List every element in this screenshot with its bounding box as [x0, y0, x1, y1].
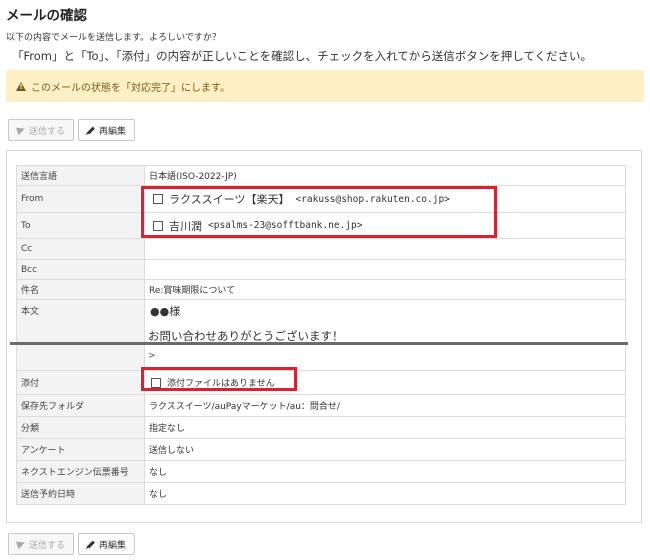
instruction-text: 「From」と「To」、「添付」の内容が正しいことを確認し、チェックを入れてから… [12, 49, 593, 63]
row-ne-slip: ネクストエンジン伝票番号 なし [16, 460, 626, 483]
body-line-1: ●●様 [150, 305, 181, 318]
row-schedule: 送信予約日時 なし [16, 482, 626, 505]
subject-value: Re:賞味期限について [144, 279, 626, 300]
highlight-attachment [141, 367, 297, 391]
edit-button-label: 再編集 [99, 126, 127, 137]
charset-label: 送信言語 [16, 165, 145, 186]
schedule-label: 送信予約日時 [16, 482, 145, 505]
row-attachment: 添付 添付ファイルはありません [16, 370, 626, 395]
body-line-3: > [148, 351, 156, 361]
top-button-bar: 送信する 再編集 [8, 119, 136, 141]
divider-line [10, 342, 628, 345]
schedule-value: なし [144, 482, 626, 505]
bottom-button-bar: 送信する 再編集 [8, 533, 136, 555]
row-survey: アンケート 送信しない [16, 438, 626, 461]
warning-text: このメールの状態を「対応完了」にします。 [31, 82, 230, 94]
row-category: 分類 指定なし [16, 416, 626, 439]
highlight-from-to [141, 186, 497, 238]
to-label: To [16, 212, 145, 239]
cc-label: Cc [16, 238, 145, 260]
pencil-icon [87, 540, 95, 548]
warning-banner: このメールの状態を「対応完了」にします。 [6, 70, 644, 102]
warning-icon [16, 81, 26, 91]
intro-text: 以下の内容でメールを送信します。よろしいですか？ [6, 33, 221, 43]
pencil-icon [87, 126, 95, 134]
row-subject: 件名 Re:賞味期限について [16, 279, 626, 300]
survey-value: 送信しない [144, 438, 626, 461]
row-bcc: Bcc [16, 259, 626, 280]
attachment-label: 添付 [16, 370, 145, 395]
folder-value: ラクススイーツ/auPayマーケット/au：問合せ/ [144, 394, 626, 417]
bcc-value [144, 259, 626, 280]
row-cc: Cc [16, 238, 626, 260]
survey-label: アンケート [16, 438, 145, 461]
send-icon [15, 538, 27, 550]
edit-button-bottom[interactable]: 再編集 [78, 533, 136, 555]
bcc-label: Bcc [16, 259, 145, 280]
charset-value: 日本語(ISO-2022-JP) [144, 165, 626, 186]
send-button-label: 送信する [29, 126, 66, 137]
row-charset: 送信言語 日本語(ISO-2022-JP) [16, 165, 626, 186]
page-title: メールの確認 [6, 8, 87, 24]
cc-value [144, 238, 626, 260]
edit-button[interactable]: 再編集 [78, 119, 136, 141]
folder-label: 保存先フォルダ [16, 394, 145, 417]
ne-slip-value: なし [144, 460, 626, 483]
row-folder: 保存先フォルダ ラクススイーツ/auPayマーケット/au：問合せ/ [16, 394, 626, 417]
from-label: From [16, 185, 145, 213]
ne-slip-label: ネクストエンジン伝票番号 [16, 460, 145, 483]
send-icon [15, 124, 27, 136]
category-value: 指定なし [144, 416, 626, 439]
send-button[interactable]: 送信する [8, 119, 75, 141]
subject-label: 件名 [16, 279, 145, 300]
body-label: 本文 [16, 299, 145, 371]
category-label: 分類 [16, 416, 145, 439]
send-button-bottom[interactable]: 送信する [8, 533, 75, 555]
edit-button-label: 再編集 [99, 540, 127, 551]
send-button-label: 送信する [29, 540, 66, 551]
